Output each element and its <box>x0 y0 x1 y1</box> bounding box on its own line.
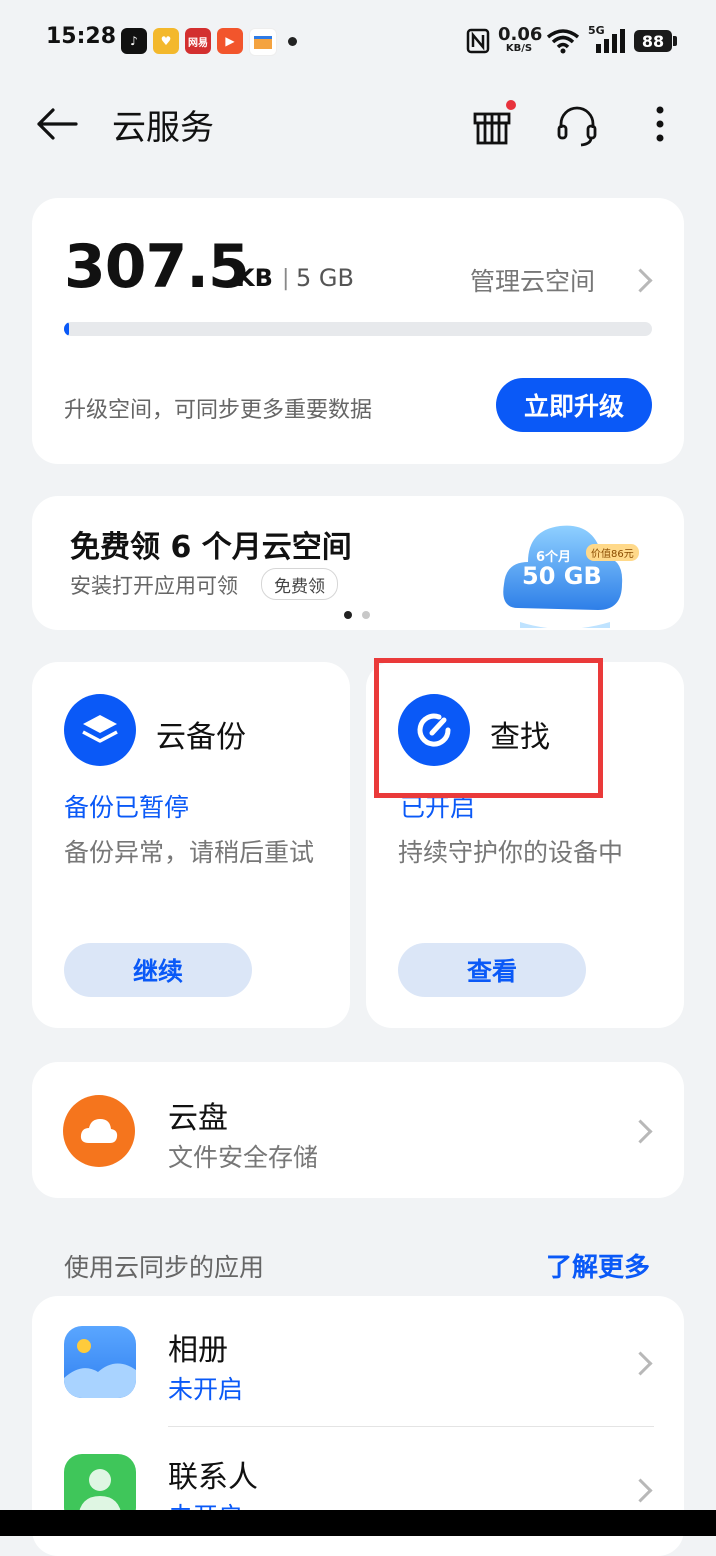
back-button[interactable] <box>30 100 82 148</box>
headset-icon <box>557 106 597 147</box>
storage-separator: | <box>282 266 290 291</box>
wifi-icon <box>546 28 580 58</box>
backup-layers-icon <box>64 694 136 766</box>
page-title: 云服务 <box>112 108 214 148</box>
status-time: 15:28 <box>46 24 117 49</box>
backup-description: 备份异常，请稍后重试 <box>64 838 315 867</box>
storage-total: 5 GB <box>296 264 354 292</box>
netease-icon: 网易 <box>185 28 211 54</box>
find-description: 持续守护你的设备中 <box>398 838 624 867</box>
back-arrow-icon <box>37 108 78 140</box>
promo-tag[interactable]: 免费领 <box>261 568 338 600</box>
section-label: 使用云同步的应用 <box>64 1253 265 1282</box>
storage-progress-bar <box>64 322 652 336</box>
cloud-drive-title: 云盘 <box>168 1101 228 1136</box>
highlight-box <box>374 658 603 798</box>
notification-dot <box>288 37 297 46</box>
storage-used-value: 307.5 <box>64 232 250 302</box>
learn-more-link[interactable]: 了解更多 <box>546 1247 650 1284</box>
cloud-drive-icon <box>63 1095 135 1167</box>
network-speed: 0.06 KB/S <box>498 24 543 54</box>
gallery-status: 未开启 <box>168 1375 244 1404</box>
divider <box>168 1426 654 1427</box>
pager-dot-active <box>344 611 352 619</box>
promo-subtitle: 安装打开应用可领 <box>70 574 238 598</box>
bottom-bar <box>0 1510 716 1536</box>
card-app-icon <box>249 28 277 56</box>
gift-icon <box>473 100 516 145</box>
contacts-title: 联系人 <box>168 1460 258 1495</box>
gift-button[interactable] <box>466 96 520 150</box>
storage-used-unit: KB <box>236 264 273 292</box>
backup-continue-button[interactable]: 继续 <box>64 943 252 997</box>
heart-app-icon: ♥ <box>153 28 179 54</box>
gallery-title: 相册 <box>168 1333 228 1368</box>
badge-price: 价值86元 <box>586 544 639 561</box>
more-options-button[interactable] <box>640 100 680 148</box>
upgrade-hint: 升级空间，可同步更多重要数据 <box>64 398 373 423</box>
gallery-icon <box>64 1326 136 1398</box>
battery-tip <box>673 36 677 46</box>
video-app-icon: ▶ <box>217 28 243 54</box>
upgrade-button[interactable]: 立即升级 <box>496 378 652 432</box>
support-button[interactable] <box>550 98 604 152</box>
more-vertical-icon <box>656 106 664 142</box>
cloud-drive-subtitle: 文件安全存储 <box>168 1143 319 1172</box>
signal-icon <box>592 28 626 58</box>
pager-dot <box>362 611 370 619</box>
battery-level: 88 <box>634 30 672 52</box>
nfc-icon <box>466 28 490 58</box>
tiktok-icon: ♪ <box>121 28 147 54</box>
badge-size: 50 GB <box>522 562 602 590</box>
manage-storage-link[interactable]: 管理云空间 <box>470 262 595 298</box>
backup-status: 备份已暂停 <box>64 793 190 822</box>
find-view-button[interactable]: 查看 <box>398 943 586 997</box>
promo-title: 免费领 6 个月云空间 <box>70 530 352 565</box>
backup-title: 云备份 <box>156 720 246 755</box>
